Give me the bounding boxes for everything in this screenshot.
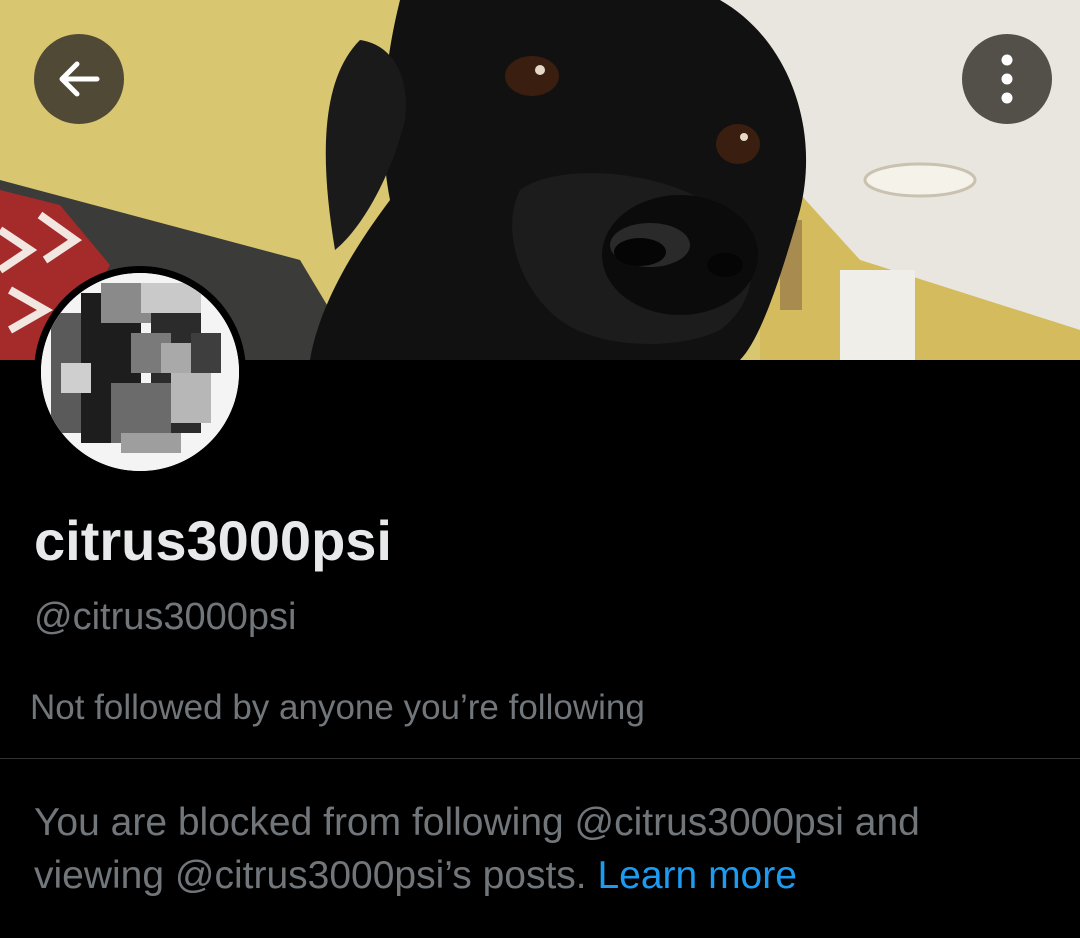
more-vertical-icon (997, 51, 1017, 107)
profile-handle: @citrus3000psi (34, 596, 297, 638)
display-name: citrus3000psi (34, 509, 392, 572)
arrow-left-icon (53, 53, 105, 105)
avatar-image (41, 273, 239, 471)
back-button[interactable] (34, 34, 124, 124)
divider (0, 758, 1080, 759)
more-options-button[interactable] (962, 34, 1052, 124)
blocked-notice: You are blocked from following @citrus30… (34, 796, 1044, 902)
avatar[interactable] (34, 266, 246, 478)
followers-you-know-note: Not followed by anyone you’re following (30, 688, 645, 727)
learn-more-link[interactable]: Learn more (597, 854, 796, 897)
